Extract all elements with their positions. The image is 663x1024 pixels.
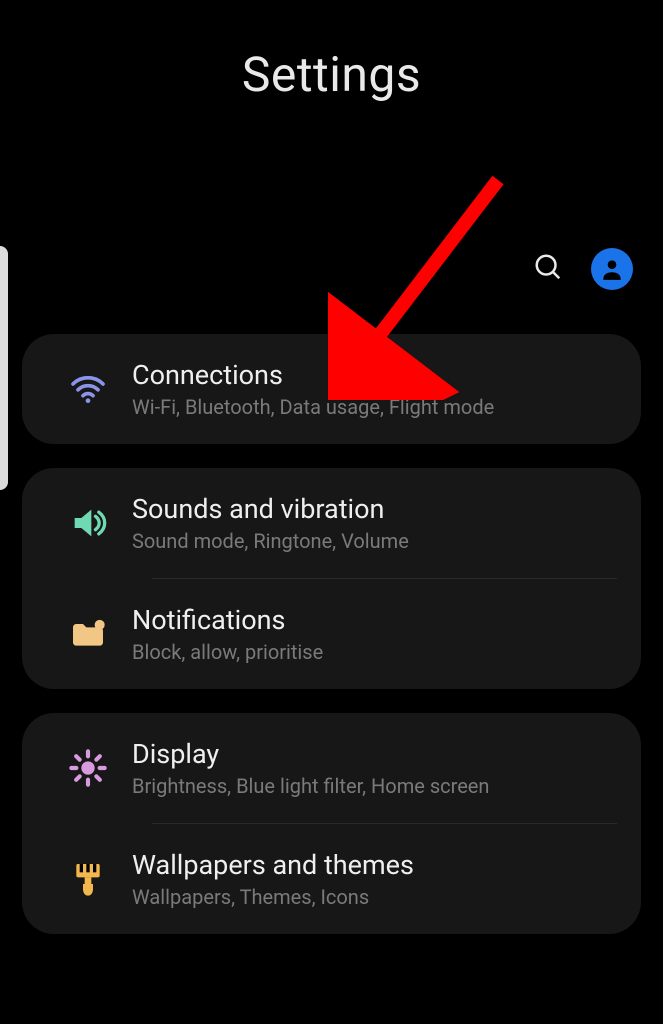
- item-subtitle: Brightness, Blue light filter, Home scre…: [132, 774, 617, 798]
- edge-panel-handle[interactable]: [0, 246, 8, 490]
- profile-button[interactable]: [591, 248, 633, 290]
- item-subtitle: Wi-Fi, Bluetooth, Data usage, Flight mod…: [132, 395, 617, 419]
- settings-list: Connections Wi-Fi, Bluetooth, Data usage…: [22, 334, 641, 958]
- item-text: Wallpapers and themes Wallpapers, Themes…: [132, 849, 617, 909]
- item-subtitle: Sound mode, Ringtone, Volume: [132, 529, 617, 553]
- page-title: Settings: [242, 46, 421, 103]
- group-connections: Connections Wi-Fi, Bluetooth, Data usage…: [22, 334, 641, 444]
- item-text: Connections Wi-Fi, Bluetooth, Data usage…: [132, 359, 617, 419]
- item-title: Notifications: [132, 604, 617, 636]
- page-header: Settings: [0, 0, 663, 230]
- item-text: Display Brightness, Blue light filter, H…: [132, 738, 617, 798]
- item-notifications[interactable]: Notifications Block, allow, prioritise: [22, 579, 641, 689]
- item-sounds[interactable]: Sounds and vibration Sound mode, Rington…: [22, 468, 641, 578]
- item-title: Connections: [132, 359, 617, 391]
- item-title: Sounds and vibration: [132, 493, 617, 525]
- item-subtitle: Wallpapers, Themes, Icons: [132, 885, 617, 909]
- item-wallpapers[interactable]: Wallpapers and themes Wallpapers, Themes…: [22, 824, 641, 934]
- group-sound-notif: Sounds and vibration Sound mode, Rington…: [22, 468, 641, 689]
- item-text: Sounds and vibration Sound mode, Rington…: [132, 493, 617, 553]
- item-subtitle: Block, allow, prioritise: [132, 640, 617, 664]
- search-button[interactable]: [533, 252, 563, 286]
- item-text: Notifications Block, allow, prioritise: [132, 604, 617, 664]
- group-display-wallpaper: Display Brightness, Blue light filter, H…: [22, 713, 641, 934]
- item-title: Display: [132, 738, 617, 770]
- toolbar: [533, 248, 633, 290]
- folder-badge-icon: [44, 614, 132, 654]
- search-icon: [533, 252, 563, 282]
- wifi-icon: [44, 369, 132, 409]
- speaker-icon: [44, 503, 132, 543]
- person-icon: [599, 256, 625, 282]
- item-title: Wallpapers and themes: [132, 849, 617, 881]
- item-connections[interactable]: Connections Wi-Fi, Bluetooth, Data usage…: [22, 334, 641, 444]
- brightness-icon: [44, 748, 132, 788]
- paintbrush-icon: [44, 859, 132, 899]
- item-display[interactable]: Display Brightness, Blue light filter, H…: [22, 713, 641, 823]
